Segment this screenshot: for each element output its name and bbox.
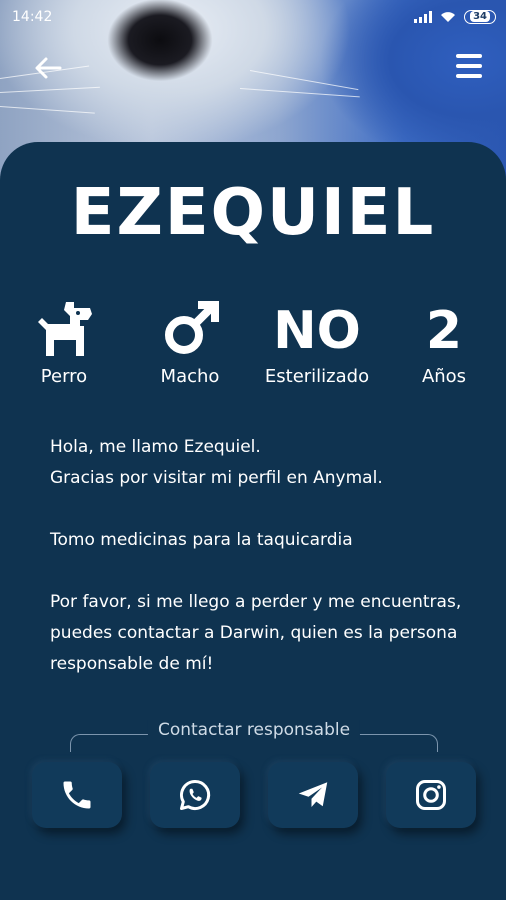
stat-sterilized: NO Esterilizado bbox=[255, 300, 379, 387]
sterilized-label: Esterilizado bbox=[264, 366, 370, 387]
male-symbol-icon bbox=[165, 301, 219, 354]
dog-icon bbox=[38, 302, 92, 356]
battery-level: 34 bbox=[470, 11, 490, 22]
instagram-button[interactable] bbox=[386, 762, 476, 828]
contact-section-header: Contactar responsable bbox=[70, 720, 438, 752]
telegram-icon bbox=[298, 782, 328, 807]
stat-age: 2 Años bbox=[410, 300, 478, 387]
stat-species: Perro bbox=[28, 300, 100, 387]
age-label: Años bbox=[421, 366, 467, 387]
bio-greeting-line-1: Hola, me llamo Ezequiel. bbox=[50, 437, 261, 457]
bio-lost-note: Por favor, si me llego a perder y me enc… bbox=[50, 592, 462, 674]
bio-greeting: Hola, me llamo Ezequiel. Gracias por vis… bbox=[50, 432, 470, 494]
pet-bio: Hola, me llamo Ezequiel. Gracias por vis… bbox=[50, 432, 470, 711]
whatsapp-button[interactable] bbox=[150, 762, 240, 828]
bio-greeting-line-2: Gracias por visitar mi perfil en Anymal. bbox=[50, 468, 383, 488]
status-bar: 14:42 34 bbox=[0, 0, 506, 34]
back-button[interactable] bbox=[34, 56, 62, 80]
wifi-icon bbox=[441, 12, 456, 22]
species-label: Perro bbox=[40, 366, 88, 387]
bio-medical-note: Tomo medicinas para la taquicardia bbox=[50, 530, 353, 550]
contact-title: Contactar responsable bbox=[147, 720, 361, 740]
sex-label: Macho bbox=[160, 366, 220, 387]
sterilized-value: NO bbox=[273, 301, 361, 361]
phone-icon bbox=[63, 781, 91, 809]
menu-button[interactable] bbox=[456, 54, 482, 78]
whatsapp-icon bbox=[180, 779, 211, 810]
arrow-left-icon bbox=[35, 57, 62, 79]
instagram-icon bbox=[416, 780, 446, 810]
telegram-button[interactable] bbox=[268, 762, 358, 828]
hamburger-menu-icon bbox=[456, 54, 482, 58]
stat-sex: Macho bbox=[154, 300, 226, 387]
signal-icon bbox=[414, 11, 433, 23]
phone-button[interactable] bbox=[32, 762, 122, 828]
status-time: 14:42 bbox=[12, 9, 53, 25]
battery-icon: 34 bbox=[464, 10, 496, 24]
pet-name: EZEQUIEL bbox=[70, 176, 436, 250]
age-value: 2 bbox=[425, 301, 463, 361]
